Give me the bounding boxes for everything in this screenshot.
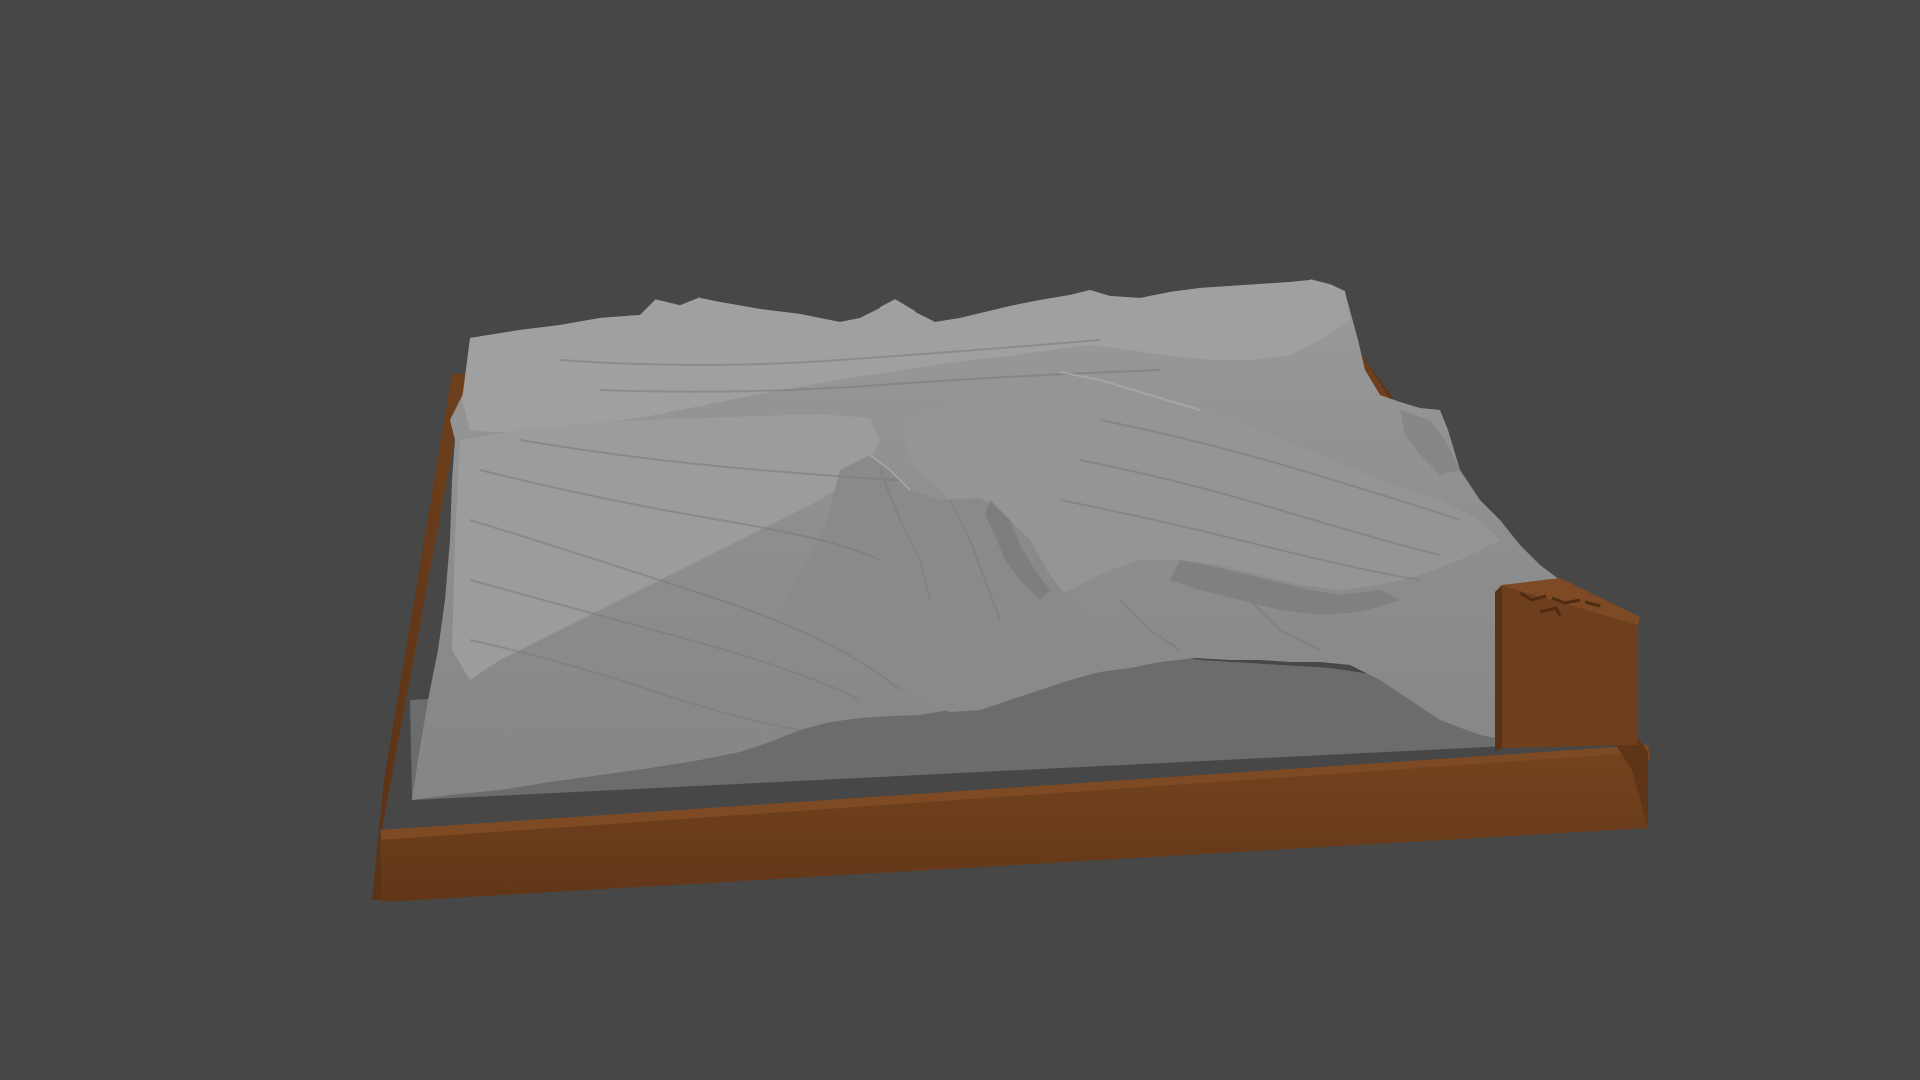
terrain-model-render bbox=[372, 279, 1650, 902]
plaque-block-side bbox=[1495, 585, 1502, 752]
3d-viewport[interactable] bbox=[0, 0, 1920, 1080]
